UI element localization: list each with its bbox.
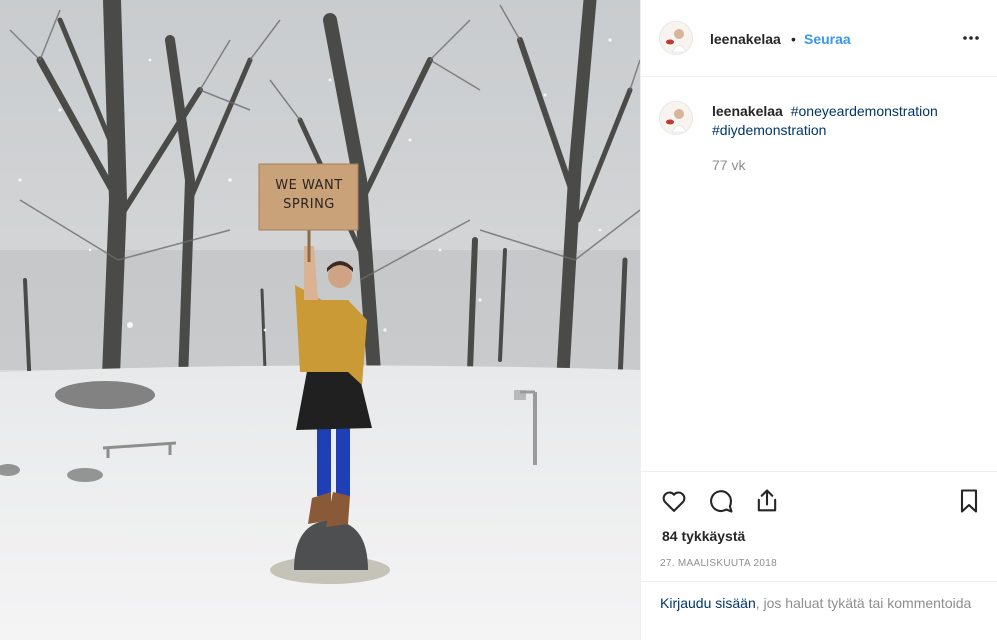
post-date: 27. MAALISKUUTA 2018 [660,558,777,569]
avatar-image [660,102,692,134]
post-side-panel: leenakelaa • Seuraa leenakelaa #oneyeard… [640,0,997,640]
share-button[interactable] [753,487,781,515]
hashtag-link[interactable]: #oneyeardemonstration [791,103,938,119]
avatar-image [660,22,692,54]
sign-line-2: SPRING [283,197,335,212]
header-username[interactable]: leenakelaa [710,31,781,47]
login-prompt-rest: , jos haluat tykätä tai kommentoida [755,595,972,611]
post-header: leenakelaa • Seuraa [641,0,997,77]
login-text: Kirjaudu sisään, jos haluat tykätä tai k… [660,594,980,613]
login-link[interactable]: Kirjaudu sisään [660,595,756,611]
share-icon [757,489,777,512]
separator-dot: • [791,31,796,47]
hashtag-link[interactable]: #diydemonstration [712,122,826,138]
comment-icon [710,490,733,513]
heart-icon [662,491,686,512]
post-actions: 84 tykkäystä 27. MAALISKUUTA 2018 [641,471,997,581]
sign-line-1: WE WANT [275,178,343,193]
like-count[interactable]: 84 tykkäystä [662,528,745,544]
follow-button[interactable]: Seuraa [804,31,851,47]
protest-sign: WE WANT SPRING [262,176,356,214]
like-button[interactable] [660,487,688,515]
bookmark-icon [960,489,978,513]
more-horizontal-icon [963,36,979,40]
more-options-button[interactable] [959,26,983,50]
caption-avatar[interactable] [659,101,693,135]
post-photo[interactable]: WE WANT SPRING [0,0,640,640]
post-age[interactable]: 77 vk [712,157,745,173]
caption-text: leenakelaa #oneyeardemonstration #diydem… [712,102,982,140]
comment-button[interactable] [707,487,735,515]
caption-username[interactable]: leenakelaa [712,103,783,119]
save-button[interactable] [955,487,983,515]
snow-park-photo [0,0,640,640]
login-prompt: Kirjaudu sisään, jos haluat tykätä tai k… [641,581,997,640]
avatar[interactable] [659,21,693,55]
